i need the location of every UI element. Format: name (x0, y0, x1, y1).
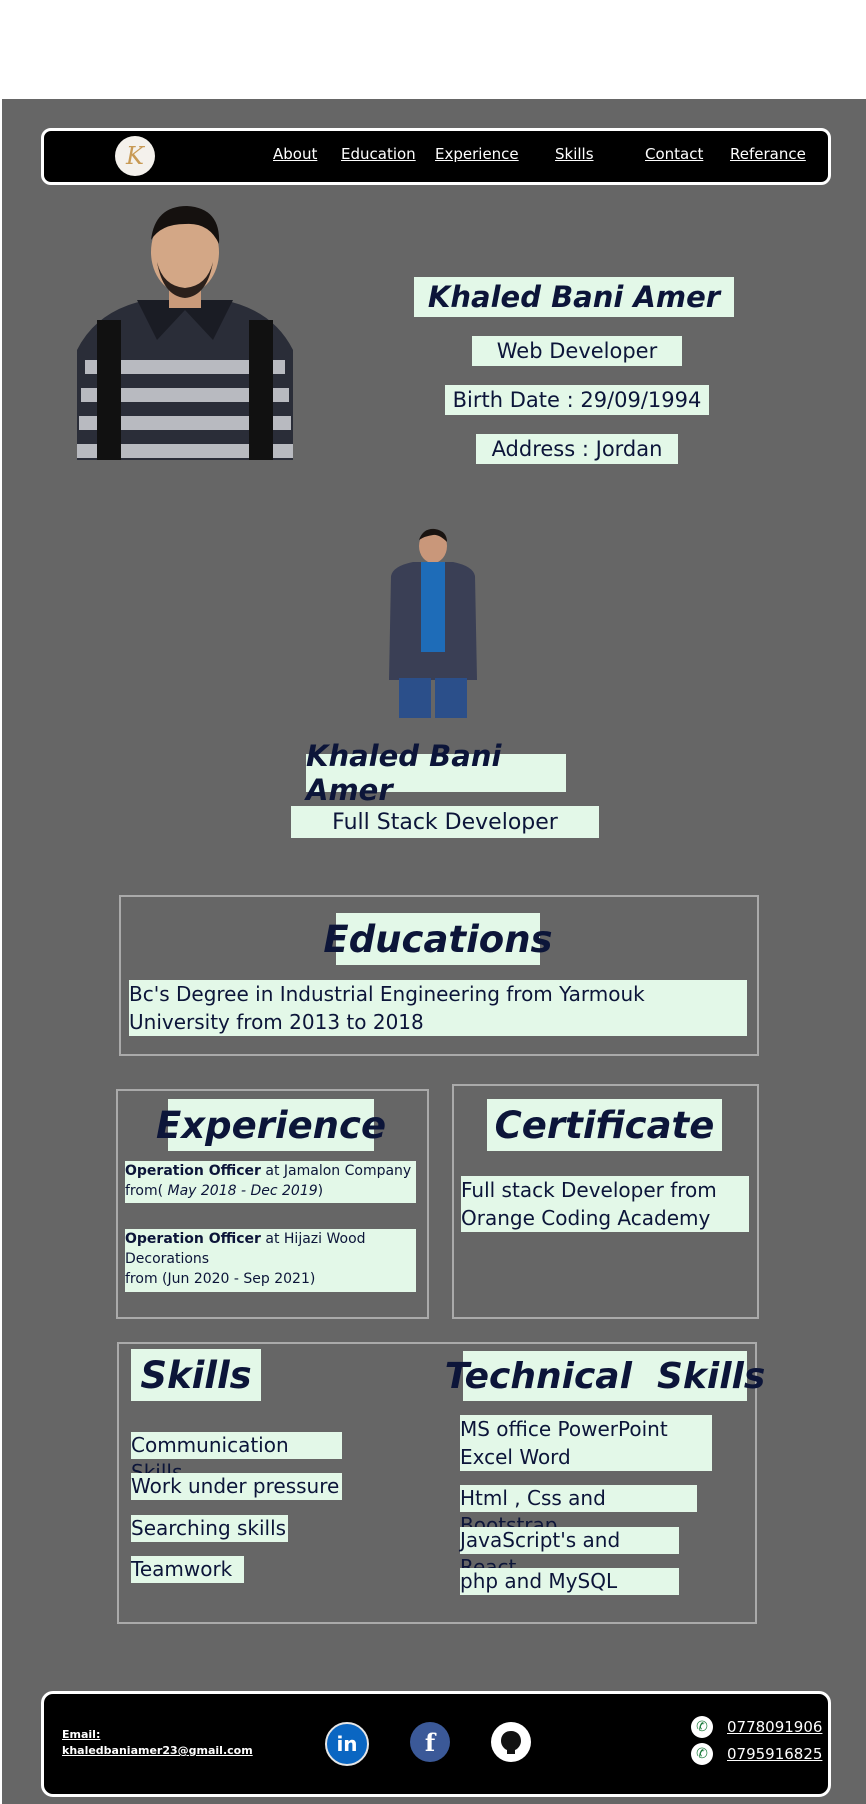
hero-address: Address : Jordan (476, 434, 678, 464)
nav-link-education[interactable]: Education (341, 145, 416, 163)
experience-role: Operation Officer (125, 1163, 261, 1179)
technical-skill-item: JavaScript's and React (460, 1527, 679, 1579)
footer: Email: khaledbaniamer23@gmail.com in f ✆… (41, 1691, 831, 1797)
experience-from-end: ) (317, 1183, 324, 1199)
technical-skill-item: php and MySQL (460, 1568, 679, 1595)
email-label[interactable]: Email: (62, 1728, 100, 1741)
education-heading: Educations (323, 913, 553, 965)
profile-name: Khaled Bani Amer (306, 739, 566, 807)
nav-link-about[interactable]: About (273, 145, 317, 163)
technical-skill-item: MS office PowerPoint Excel Word (460, 1415, 712, 1471)
facebook-glyph: f (424, 1727, 436, 1757)
experience-dates: from (Jun 2020 - Sep 2021) (125, 1271, 316, 1287)
skill-item: Work under pressure (131, 1473, 342, 1500)
logo-letter: K (126, 142, 144, 170)
certificate-heading: Certificate (487, 1099, 722, 1151)
experience-role: Operation Officer (125, 1231, 261, 1247)
experience-dates: May 2018 - Dec 2019 (163, 1183, 318, 1199)
skill-item: Communication Skills (131, 1432, 342, 1484)
linkedin-icon[interactable]: in (325, 1722, 369, 1766)
hero-name: Khaled Bani Amer (414, 277, 734, 317)
technical-skills-heading: Technical Skills (445, 1351, 765, 1401)
nav-link-referance[interactable]: Referance (730, 145, 806, 163)
profile-photo (77, 200, 293, 460)
phone-icon: ✆ (691, 1716, 713, 1738)
skill-item: Teamwork (131, 1556, 244, 1583)
nav-link-contact[interactable]: Contact (645, 145, 703, 163)
profile-title: Full Stack Developer (291, 806, 599, 838)
top-navbar: K About Education Experience Skills Cont… (41, 128, 831, 185)
phone-link-2[interactable]: 0795916825 (727, 1745, 822, 1763)
github-icon[interactable] (491, 1722, 531, 1762)
nav-link-skills[interactable]: Skills (555, 145, 594, 163)
email-block: Email: khaledbaniamer23@gmail.com (62, 1727, 253, 1759)
email-link[interactable]: khaledbaniamer23@gmail.com (62, 1744, 253, 1757)
linkedin-glyph: in (336, 1732, 358, 1756)
technical-skill-item: Html , Css and Bootstrap (460, 1485, 697, 1537)
facebook-icon[interactable]: f (410, 1722, 450, 1762)
experience-company: at Jamalon Company (260, 1163, 412, 1179)
education-text: Bc's Degree in Industrial Engineering fr… (129, 980, 747, 1036)
phone-icon: ✆ (691, 1743, 713, 1765)
logo[interactable]: K (115, 136, 155, 176)
certificate-text: Full stack Developer from Orange Coding … (461, 1176, 749, 1232)
github-glyph (501, 1731, 521, 1754)
nav-link-experience[interactable]: Experience (435, 145, 519, 163)
hero-title: Web Developer (472, 336, 682, 366)
experience-item-2: Operation Officer at Hijazi Wood Decorat… (125, 1229, 416, 1292)
fullbody-photo (377, 528, 489, 718)
experience-heading: Experience (156, 1099, 386, 1151)
experience-from: from( (125, 1183, 164, 1199)
experience-item-1: Operation Officer at Jamalon Company fro… (125, 1161, 416, 1203)
skills-heading: Skills (131, 1349, 261, 1401)
phone-link-1[interactable]: 0778091906 (727, 1718, 822, 1736)
skill-item: Searching skills (131, 1515, 288, 1542)
hero-birth-date: Birth Date : 29/09/1994 (445, 385, 709, 415)
